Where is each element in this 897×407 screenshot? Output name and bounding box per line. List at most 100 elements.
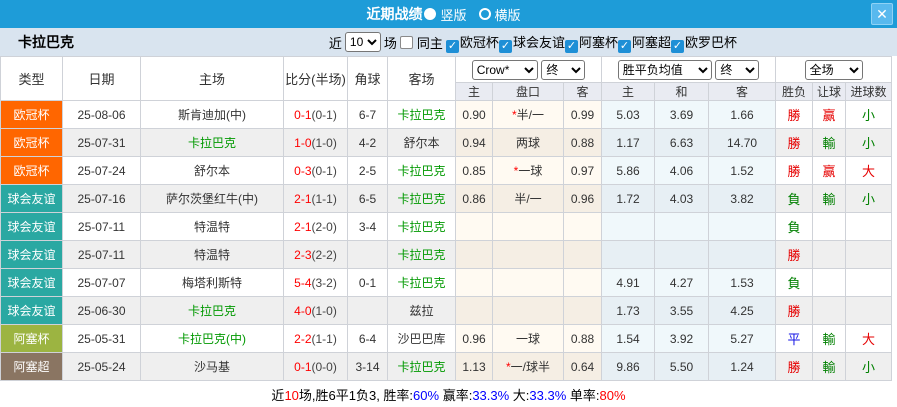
- eu-away-odds: 4.25: [709, 297, 776, 325]
- result-handicap: [813, 241, 846, 269]
- ah-home-odds: 0.85: [456, 157, 493, 185]
- score-cell: 2-3(2-2): [284, 241, 348, 269]
- result-handicap: 輸: [813, 325, 846, 353]
- eu-draw-odds: 3.69: [655, 101, 709, 129]
- ah-home-odds: 0.90: [456, 101, 493, 129]
- score-cell: 0-1(0-0): [284, 353, 348, 381]
- home-team: 卡拉巴克: [141, 129, 284, 157]
- fulltime-score: 1-0: [294, 136, 311, 150]
- home-team: 卡拉巴克(中): [141, 325, 284, 353]
- home-team: 斯肯迪加(中): [141, 101, 284, 129]
- league-filter-阿塞杯: ✓阿塞杯: [565, 35, 618, 50]
- result-group-header: 全场: [776, 57, 892, 83]
- league-filter-欧冠杯: ✓欧冠杯: [446, 35, 499, 50]
- fulltime-score: 4-0: [294, 304, 311, 318]
- league-checkbox[interactable]: ✓: [565, 40, 578, 53]
- eu-home-odds: 1.73: [602, 297, 655, 325]
- result-wdl: 勝: [776, 101, 813, 129]
- eu-initial-final-select[interactable]: 终: [715, 60, 759, 80]
- match-row: 阿塞杯25-05-31卡拉巴克(中)2-2(1-1)6-4沙巴巴库0.96一球0…: [1, 325, 892, 353]
- summary-segment: 场,胜6平1负3, 胜率:: [299, 388, 413, 403]
- score-cell: 2-1(1-1): [284, 185, 348, 213]
- layout-horizontal-radio[interactable]: [479, 8, 491, 20]
- ah-line: *一/球半: [493, 353, 564, 381]
- scope-select[interactable]: 全场: [805, 60, 863, 80]
- same-home-checkbox[interactable]: [400, 36, 413, 49]
- match-row: 球会友谊25-07-16萨尔茨堡红牛(中)2-1(1-1)6-5卡拉巴克0.86…: [1, 185, 892, 213]
- layout-horizontal-label[interactable]: 横版: [495, 5, 521, 24]
- corner-cell: 3-4: [348, 213, 388, 241]
- eu-home-odds: [602, 213, 655, 241]
- eu-home-odds: 4.91: [602, 269, 655, 297]
- initial-odds-star-icon: *: [512, 108, 517, 122]
- match-row: 球会友谊25-06-30卡拉巴克4-0(1-0)兹拉1.733.554.25勝: [1, 297, 892, 325]
- home-team: 梅塔利斯特: [141, 269, 284, 297]
- away-team: 卡拉巴克: [388, 213, 456, 241]
- col-header-home: 主场: [141, 57, 284, 101]
- team-name: 卡拉巴克: [18, 32, 74, 52]
- initial-odds-star-icon: *: [514, 164, 519, 178]
- match-row: 欧冠杯25-07-31卡拉巴克1-0(1-0)4-2舒尔本0.94两球0.881…: [1, 129, 892, 157]
- type-badge: 欧冠杯: [1, 101, 63, 129]
- eu-draw-odds: 4.03: [655, 185, 709, 213]
- ah-away-odds: 0.96: [564, 185, 602, 213]
- home-team: 沙马基: [141, 353, 284, 381]
- avg-odds-select[interactable]: 胜平负均值: [618, 60, 712, 80]
- league-label: 欧罗巴杯: [685, 35, 737, 50]
- score-cell: 1-0(1-0): [284, 129, 348, 157]
- date-cell: 25-06-30: [63, 297, 141, 325]
- league-checkbox[interactable]: ✓: [446, 40, 459, 53]
- result-wdl: 平: [776, 325, 813, 353]
- ah-line: [493, 269, 564, 297]
- eu-home-odds: 5.86: [602, 157, 655, 185]
- date-cell: 25-07-24: [63, 157, 141, 185]
- eu-draw-odds: [655, 213, 709, 241]
- type-badge: 球会友谊: [1, 213, 63, 241]
- halftime-score: (0-1): [312, 164, 337, 178]
- layout-vertical-label[interactable]: 竖版: [440, 5, 466, 24]
- eu-away-odds: 1.24: [709, 353, 776, 381]
- summary-segment: 大:: [509, 388, 529, 403]
- date-cell: 25-07-16: [63, 185, 141, 213]
- fulltime-score: 0-1: [294, 108, 311, 122]
- layout-vertical-radio[interactable]: [424, 8, 436, 20]
- bookmaker-select[interactable]: Crow*: [472, 60, 538, 80]
- ah-line: *一球: [493, 157, 564, 185]
- score-cell: 0-3(0-1): [284, 157, 348, 185]
- type-badge: 球会友谊: [1, 269, 63, 297]
- eu-home-odds: 9.86: [602, 353, 655, 381]
- away-team: 卡拉巴克: [388, 353, 456, 381]
- type-badge: 球会友谊: [1, 297, 63, 325]
- summary-bar: 近10场,胜6平1负3, 胜率:60% 赢率:33.3% 大:33.3% 单率:…: [0, 381, 897, 407]
- eu-draw-odds: 4.06: [655, 157, 709, 185]
- match-count-select[interactable]: 10: [345, 32, 381, 52]
- result-goals: [846, 297, 892, 325]
- eu-draw-odds: 4.27: [655, 269, 709, 297]
- subheader-eu-draw: 和: [655, 83, 709, 101]
- result-goals: 大: [846, 325, 892, 353]
- summary-segment: 10: [284, 388, 298, 403]
- result-wdl: 負: [776, 185, 813, 213]
- halftime-score: (1-1): [312, 192, 337, 206]
- date-cell: 25-07-11: [63, 241, 141, 269]
- league-checkbox[interactable]: ✓: [671, 40, 684, 53]
- score-cell: 2-2(1-1): [284, 325, 348, 353]
- fulltime-score: 2-1: [294, 192, 311, 206]
- league-checkbox[interactable]: ✓: [499, 40, 512, 53]
- fulltime-score: 0-1: [294, 360, 311, 374]
- result-wdl: 負: [776, 213, 813, 241]
- ah-initial-final-select[interactable]: 终: [541, 60, 585, 80]
- european-odds-group-header: 胜平负均值 终: [602, 57, 776, 83]
- eu-away-odds: 1.52: [709, 157, 776, 185]
- away-team: 卡拉巴克: [388, 157, 456, 185]
- filter-bar: 卡拉巴克 近 10 场 同主 ✓欧冠杯✓球会友谊✓阿塞杯✓阿塞超✓欧罗巴杯: [0, 28, 897, 56]
- score-cell: 5-4(3-2): [284, 269, 348, 297]
- away-team: 卡拉巴克: [388, 269, 456, 297]
- asian-handicap-group-header: Crow* 终: [456, 57, 602, 83]
- result-goals: 小: [846, 101, 892, 129]
- ah-away-odds: [564, 269, 602, 297]
- corner-cell: [348, 297, 388, 325]
- ah-line: 一球: [493, 325, 564, 353]
- close-icon[interactable]: ✕: [871, 3, 893, 25]
- league-checkbox[interactable]: ✓: [618, 40, 631, 53]
